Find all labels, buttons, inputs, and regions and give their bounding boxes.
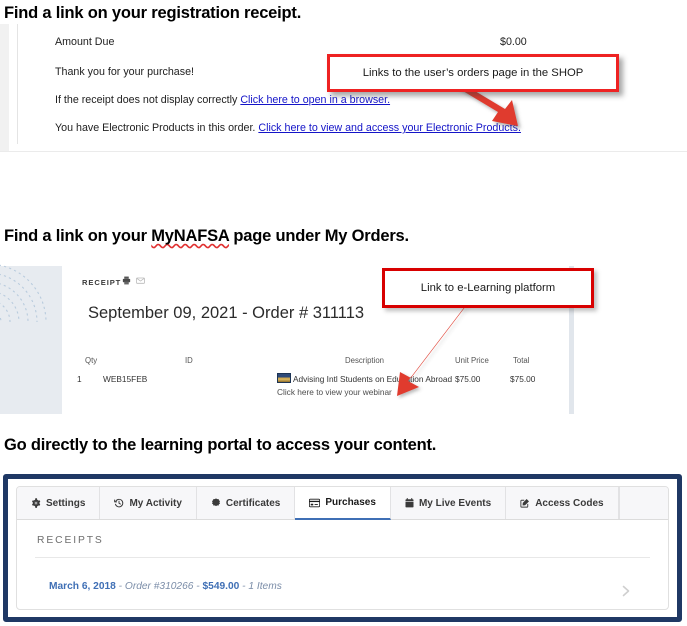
cell-total: $75.00 [510,374,536,384]
credit-card-icon [309,498,321,508]
print-icon[interactable] [122,276,131,285]
calendar-icon [405,498,414,508]
pen-square-icon [520,498,530,508]
receipt-date: March 6, 2018 [49,581,116,592]
tab-access-codes[interactable]: Access Codes [506,487,619,519]
email-vertical-divider [17,24,18,144]
certificate-icon [211,498,221,508]
email-left-rail [0,24,9,152]
tab-purchases-label: Purchases [325,497,376,508]
receipt-list-item[interactable]: March 6, 2018 - Order #310266 - $549.00 … [17,565,668,609]
col-header-qty: Qty [85,356,98,365]
amount-due-label: Amount Due [55,36,115,48]
envelope-icon[interactable] [136,276,145,285]
receipt-label: RECEIPT [82,278,122,287]
receipts-section-title: RECEIPTS [37,535,104,546]
decorative-arc-pattern [0,264,47,323]
chevron-right-icon[interactable] [620,585,632,597]
browser-fallback-text: If the receipt does not display correctl… [55,94,241,106]
order-sidebar-background [0,264,62,414]
tab-purchases[interactable]: Purchases [295,487,391,520]
receipt-item-count: 1 Items [248,581,282,592]
col-header-id: ID [185,356,193,365]
callout-arrow-elearn [397,302,469,396]
callout-elearning-text: Link to e-Learning platform [420,282,556,294]
gear-icon [31,498,41,508]
section-3-heading: Go directly to the learning portal to ac… [4,436,437,454]
tab-settings-label: Settings [46,497,86,509]
tab-my-activity-label: My Activity [129,497,182,509]
tab-certificates[interactable]: Certificates [196,487,296,519]
tab-bar-filler [618,487,668,519]
receipt-sep-1: - [115,581,125,592]
open-in-browser-link[interactable]: Click here to open in a browser. [240,94,390,106]
col-header-description: Description [345,356,384,365]
email-bottom-border [0,151,687,152]
section-2-heading-misspelled-word: MyNAFSA [151,227,230,245]
portal-card: Settings My Activity Certificates Purcha… [16,486,669,610]
electronic-products-text: You have Electronic Products in this ord… [55,122,259,134]
receipt-summary: March 6, 2018 - Order #310266 - $549.00 … [49,581,282,592]
receipt-order-number: Order #310266 [124,581,194,592]
receipt-sep-2: - [193,581,203,592]
tab-access-codes-label: Access Codes [535,497,604,509]
thank-you-text: Thank you for your purchase! [55,66,195,78]
callout-box-shop: Links to the user’s orders page in the S… [327,54,619,92]
receipt-amount: $549.00 [202,581,240,592]
browser-fallback-line: If the receipt does not display correctl… [55,94,390,106]
col-header-total: Total [513,356,530,365]
view-webinar-link[interactable]: Click here to view your webinar [277,387,392,397]
cell-id: WEB15FEB [103,374,148,384]
order-title: September 09, 2021 - Order # 311113 [88,304,365,322]
tab-my-live-events-label: My Live Events [418,497,492,509]
amount-due-value: $0.00 [500,36,527,48]
portal-tab-bar: Settings My Activity Certificates Purcha… [17,487,668,520]
receipts-divider [35,557,650,558]
tab-certificates-label: Certificates [225,497,281,509]
product-thumbnail-icon [277,373,291,383]
callout-shop-text: Links to the user’s orders page in the S… [362,67,584,79]
cell-qty: 1 [77,374,82,384]
callout-box-elearning: Link to e-Learning platform [382,268,594,308]
tab-my-activity[interactable]: My Activity [100,487,197,519]
section-1-heading: Find a link on your registration receipt… [4,4,302,22]
section-2-heading-part2: page under My Orders. [229,227,409,245]
section-2-heading-part1: Find a link on your [4,227,152,245]
history-icon [114,498,124,508]
tab-my-live-events[interactable]: My Live Events [390,487,507,519]
learning-portal-screenshot: Settings My Activity Certificates Purcha… [3,474,682,622]
section-2-heading: Find a link on your MyNAFSA page under M… [4,228,409,245]
tab-settings[interactable]: Settings [17,487,101,519]
